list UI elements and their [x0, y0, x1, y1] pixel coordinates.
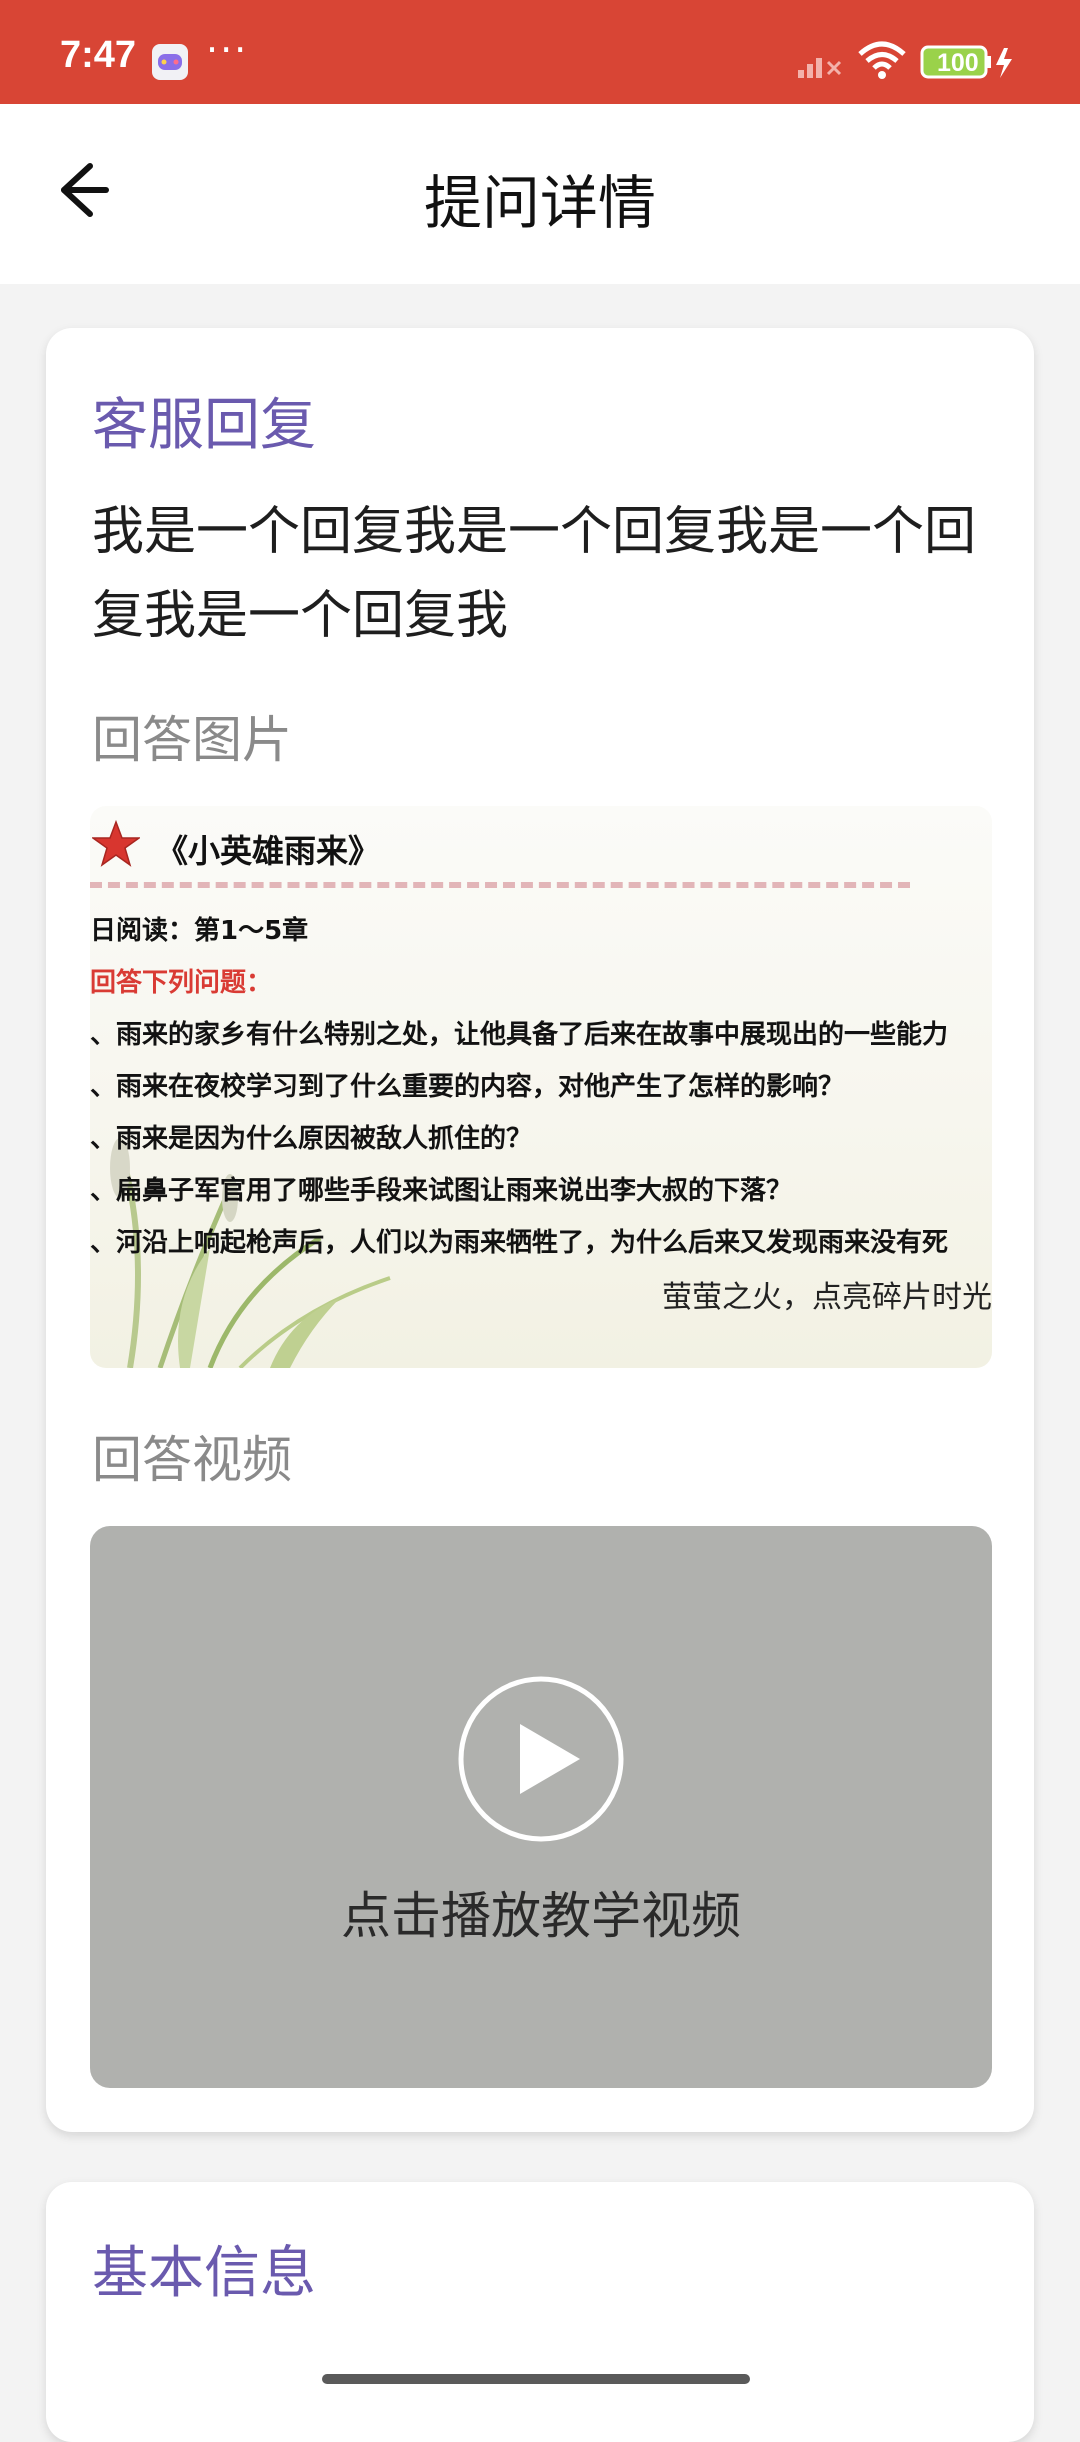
- status-more-icon: ···: [206, 28, 249, 72]
- reply-card: 客服回复 我是一个回复我是一个回复我是一个回复我是一个回复我 回答图片 《小英雄…: [46, 328, 1034, 2132]
- answer-image[interactable]: 《小英雄雨来》 日阅读：第1～5章 回答下列问题： 、雨来的家乡有什么特别之处，…: [90, 806, 992, 1368]
- info-card: 基本信息: [46, 2182, 1034, 2442]
- info-section-title: 基本信息: [92, 2241, 316, 2306]
- image-divider: [90, 882, 910, 888]
- status-time: 7:47: [60, 34, 137, 76]
- red-star-icon: [92, 820, 140, 867]
- signal-icon: [798, 58, 842, 78]
- page-title: 提问详情: [423, 169, 656, 237]
- reply-text: 我是一个回复我是一个回复我是一个回复我是一个回复我: [92, 502, 977, 646]
- app-bar: 提问详情: [0, 104, 1080, 284]
- image-title: 《小英雄雨来》: [156, 832, 381, 870]
- image-signature: 萤萤之火，点亮碎片时光: [662, 1280, 992, 1315]
- video-player[interactable]: 点击播放教学视频: [90, 1526, 992, 2088]
- image-question-2: 、雨来在夜校学习到了什么重要的内容，对他产生了怎样的影响？: [90, 1072, 845, 1102]
- game-app-icon: [152, 44, 188, 80]
- answer-video-label: 回答视频: [92, 1431, 292, 1489]
- answer-image-label: 回答图片: [92, 711, 292, 769]
- image-question-1: 、雨来的家乡有什么特别之处，让他具备了后来在故事中展现出的一些能力: [90, 1020, 949, 1050]
- reply-section-title: 客服回复: [92, 393, 316, 458]
- image-question-4: 、扁鼻子军官用了哪些手段来试图让雨来说出李大叔的下落？: [90, 1176, 793, 1206]
- home-indicator[interactable]: [322, 2374, 750, 2384]
- image-reading-line: 日阅读：第1～5章: [90, 916, 309, 946]
- battery-level: 100: [937, 49, 979, 77]
- play-icon[interactable]: [458, 1676, 624, 1842]
- image-question-5: 、河沿上响起枪声后，人们以为雨来牺牲了，为什么后来又发现雨来没有死: [90, 1228, 949, 1258]
- image-prompt-line: 回答下列问题：: [90, 968, 273, 998]
- status-bar: 7:47 ··· 100: [0, 0, 1080, 104]
- image-question-3: 、雨来是因为什么原因被敌人抓住的？: [90, 1124, 533, 1154]
- video-caption[interactable]: 点击播放教学视频: [90, 1876, 992, 1948]
- wifi-icon: [858, 41, 906, 79]
